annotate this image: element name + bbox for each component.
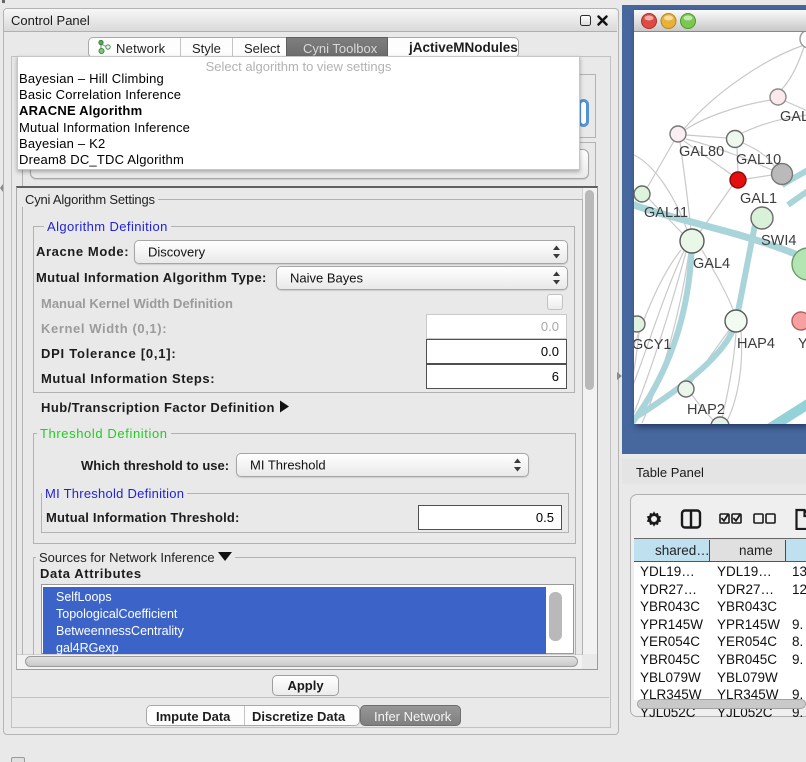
- svg-text:GAL80: GAL80: [679, 144, 724, 160]
- svg-text:SWI4: SWI4: [761, 233, 796, 249]
- svg-text:GCY1: GCY1: [634, 337, 672, 353]
- svg-text:GAL1: GAL1: [740, 191, 777, 207]
- svg-text:GAL11: GAL11: [644, 205, 688, 221]
- svg-text:HAP4: HAP4: [737, 336, 775, 352]
- svg-text:GAL10: GAL10: [736, 152, 781, 168]
- svg-text:GAL4: GAL4: [693, 256, 730, 272]
- svg-text:Y: Y: [798, 336, 806, 352]
- svg-text:GAL…: GAL…: [780, 109, 806, 125]
- svg-text:HAP2: HAP2: [687, 402, 725, 418]
